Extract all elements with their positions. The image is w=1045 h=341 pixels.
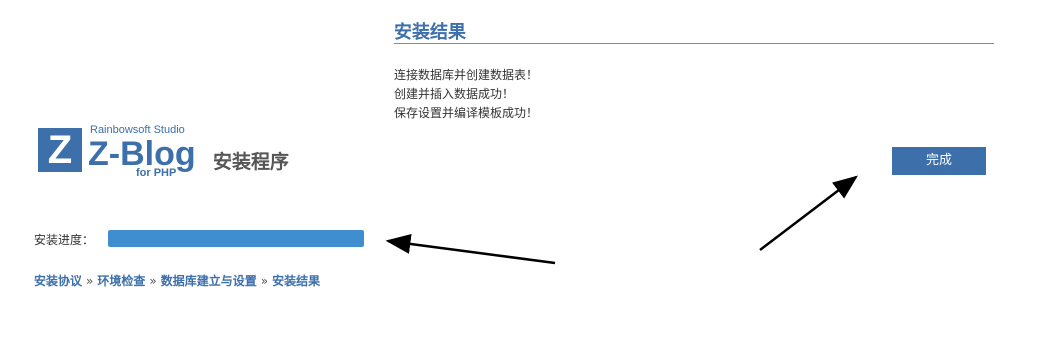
arrow-to-progress-bar (385, 234, 556, 265)
annotation-arrows (385, 175, 858, 265)
arrow-to-finish-button (759, 175, 858, 251)
installer-page: Z Rainbowsoft Studio Z-Blog for PHP 安装程序… (0, 0, 1045, 341)
